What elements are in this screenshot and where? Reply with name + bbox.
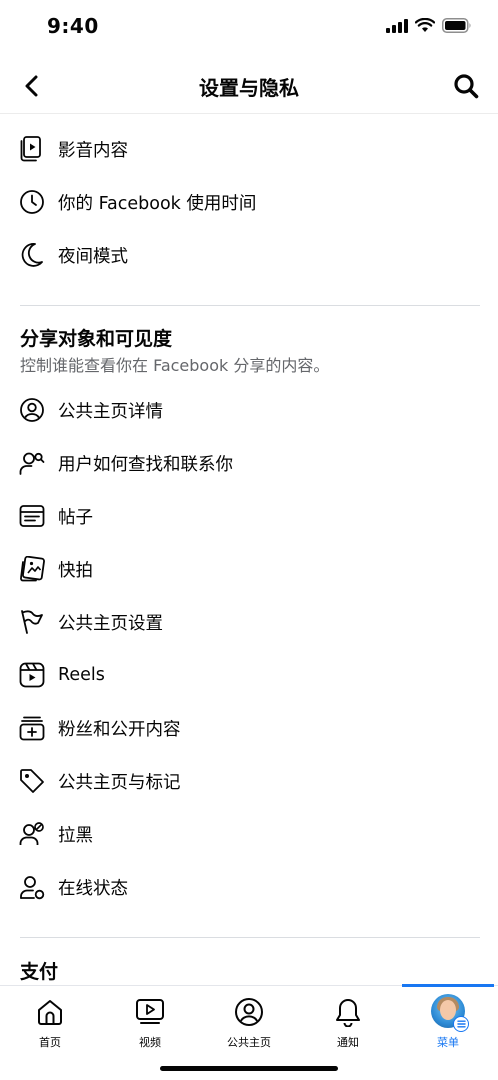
cellular-signal-icon: [386, 18, 408, 33]
settings-item-profile-and-tagging[interactable]: 公共主页与标记: [0, 755, 498, 807]
moon-icon: [18, 241, 46, 269]
tab-video[interactable]: 视频: [102, 986, 198, 1056]
settings-item-label: 影音内容: [58, 140, 128, 161]
stories-icon: [18, 555, 46, 583]
bottom-tab-bar: 首页 视频 公共主页 通知 菜单: [0, 984, 498, 1080]
settings-item-blocking[interactable]: 拉黑: [0, 808, 498, 860]
flag-icon: [18, 608, 46, 636]
status-time: 9:40: [47, 14, 99, 38]
settings-item-label: 公共主页设置: [58, 613, 163, 634]
settings-list[interactable]: 影音内容 你的 Facebook 使用时间 夜间模式 分享对象和可见度 控制谁能…: [0, 115, 498, 985]
person-search-icon: [18, 449, 46, 477]
settings-item-posts[interactable]: 帖子: [0, 490, 498, 542]
nav-bar: 设置与隐私: [0, 58, 498, 114]
tab-label: 视频: [139, 1036, 161, 1049]
section-divider: [20, 305, 480, 306]
profile-circle-icon: [18, 396, 46, 424]
settings-item-active-status[interactable]: 在线状态: [0, 861, 498, 913]
settings-item-label: 你的 Facebook 使用时间: [58, 193, 257, 214]
settings-item-label: 帖子: [58, 507, 93, 528]
home-indicator: [160, 1066, 338, 1071]
page-title: 设置与隐私: [199, 76, 299, 100]
tab-notifications[interactable]: 通知: [300, 986, 396, 1056]
settings-item-label: 用户如何查找和联系你: [58, 454, 233, 475]
tab-label: 公共主页: [227, 1036, 271, 1049]
tab-menu[interactable]: 菜单: [400, 986, 496, 1056]
section-title-payments: 支付: [20, 961, 59, 983]
tab-profile[interactable]: 公共主页: [201, 986, 297, 1056]
settings-item-label: 快拍: [58, 560, 93, 581]
clock-icon: [18, 188, 46, 216]
settings-item-media[interactable]: 影音内容: [0, 123, 498, 175]
settings-item-label: 拉黑: [58, 825, 93, 846]
settings-item-time-on-facebook[interactable]: 你的 Facebook 使用时间: [0, 176, 498, 228]
search-button[interactable]: [448, 68, 484, 104]
media-icon: [18, 135, 46, 163]
status-bar: 9:40: [0, 0, 498, 54]
settings-item-stories[interactable]: 快拍: [0, 543, 498, 595]
tab-label: 菜单: [437, 1036, 459, 1049]
settings-item-label: 公共主页详情: [58, 401, 163, 422]
profile-icon: [233, 996, 265, 1028]
tag-icon: [18, 767, 46, 795]
block-user-icon: [18, 820, 46, 848]
tab-label: 通知: [337, 1036, 359, 1049]
settings-item-label: Reels: [58, 665, 105, 685]
section-title-audience: 分享对象和可见度: [20, 328, 173, 350]
battery-icon: [442, 18, 471, 33]
status-icons: [386, 18, 472, 33]
settings-item-label: 夜间模式: [58, 246, 128, 267]
settings-item-dark-mode[interactable]: 夜间模式: [0, 229, 498, 281]
reels-icon: [18, 661, 46, 689]
section-description-audience: 控制谁能查看你在 Facebook 分享的内容。: [20, 356, 330, 375]
post-icon: [18, 502, 46, 530]
active-status-icon: [18, 873, 46, 901]
section-divider: [20, 937, 480, 938]
tab-home[interactable]: 首页: [2, 986, 98, 1056]
menu-badge-icon: [453, 1016, 469, 1032]
settings-item-label: 公共主页与标记: [58, 772, 181, 793]
settings-item-how-people-find-you[interactable]: 用户如何查找和联系你: [0, 437, 498, 489]
video-icon: [134, 996, 166, 1028]
tab-label: 首页: [39, 1036, 61, 1049]
followers-icon: [18, 714, 46, 742]
home-icon: [34, 996, 66, 1028]
settings-item-label: 在线状态: [58, 878, 128, 899]
search-icon: [454, 74, 479, 99]
avatar-menu-icon: [431, 994, 469, 1032]
settings-item-label: 粉丝和公开内容: [58, 719, 181, 740]
settings-item-reels[interactable]: Reels: [0, 649, 498, 701]
settings-item-profile-details[interactable]: 公共主页详情: [0, 384, 498, 436]
bell-icon: [332, 996, 364, 1028]
settings-item-followers[interactable]: 粉丝和公开内容: [0, 702, 498, 754]
wifi-icon: [415, 18, 435, 32]
settings-item-profile-settings[interactable]: 公共主页设置: [0, 596, 498, 648]
